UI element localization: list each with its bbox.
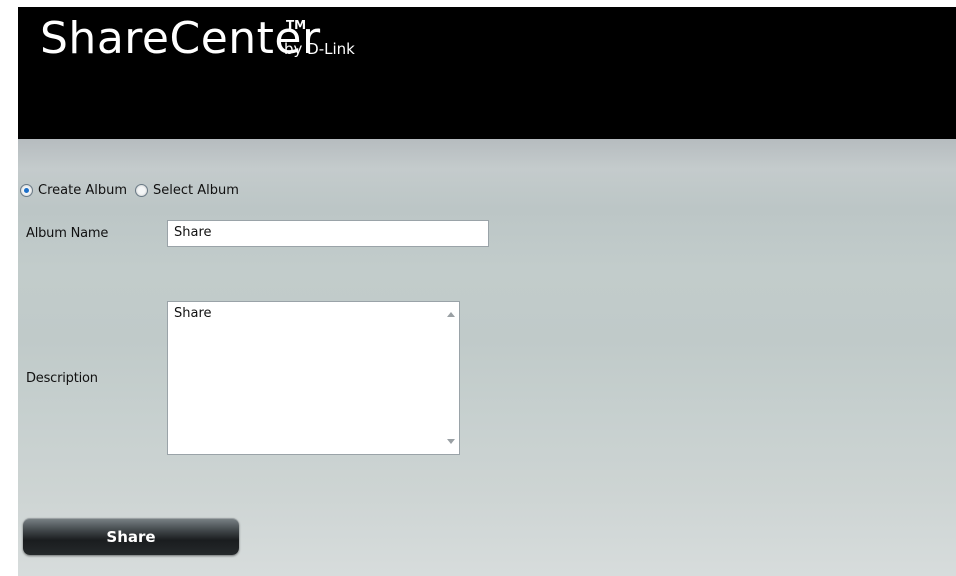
album-form-panel: Create Album Select Album Album Name Sha… xyxy=(18,139,956,576)
select-album-radio[interactable] xyxy=(135,183,148,197)
brand-name: ShareCenter xyxy=(40,13,321,64)
create-album-label[interactable]: Create Album xyxy=(38,183,127,198)
scroll-down-arrow-icon[interactable] xyxy=(447,439,455,444)
create-album-radio[interactable] xyxy=(20,183,33,197)
sharecenter-frame: ShareCenter TM by D-Link Create Album Se… xyxy=(18,7,956,576)
app-header: ShareCenter TM by D-Link xyxy=(18,7,956,139)
description-scrollbar[interactable] xyxy=(442,302,459,454)
brand-logo: ShareCenter TM by D-Link xyxy=(40,13,355,64)
description-textarea[interactable]: Share xyxy=(167,301,460,455)
brand-byline: by D-Link xyxy=(284,40,355,58)
album-mode-options: Create Album Select Album xyxy=(20,181,247,199)
select-album-label[interactable]: Select Album xyxy=(153,183,239,198)
album-name-label: Album Name xyxy=(26,226,109,241)
album-name-input[interactable]: Share xyxy=(167,220,489,247)
description-text: Share xyxy=(174,306,212,321)
scroll-up-arrow-icon[interactable] xyxy=(447,312,455,317)
brand-trademark: TM xyxy=(286,18,307,32)
description-label: Description xyxy=(26,371,98,386)
share-button[interactable]: Share xyxy=(23,518,239,555)
